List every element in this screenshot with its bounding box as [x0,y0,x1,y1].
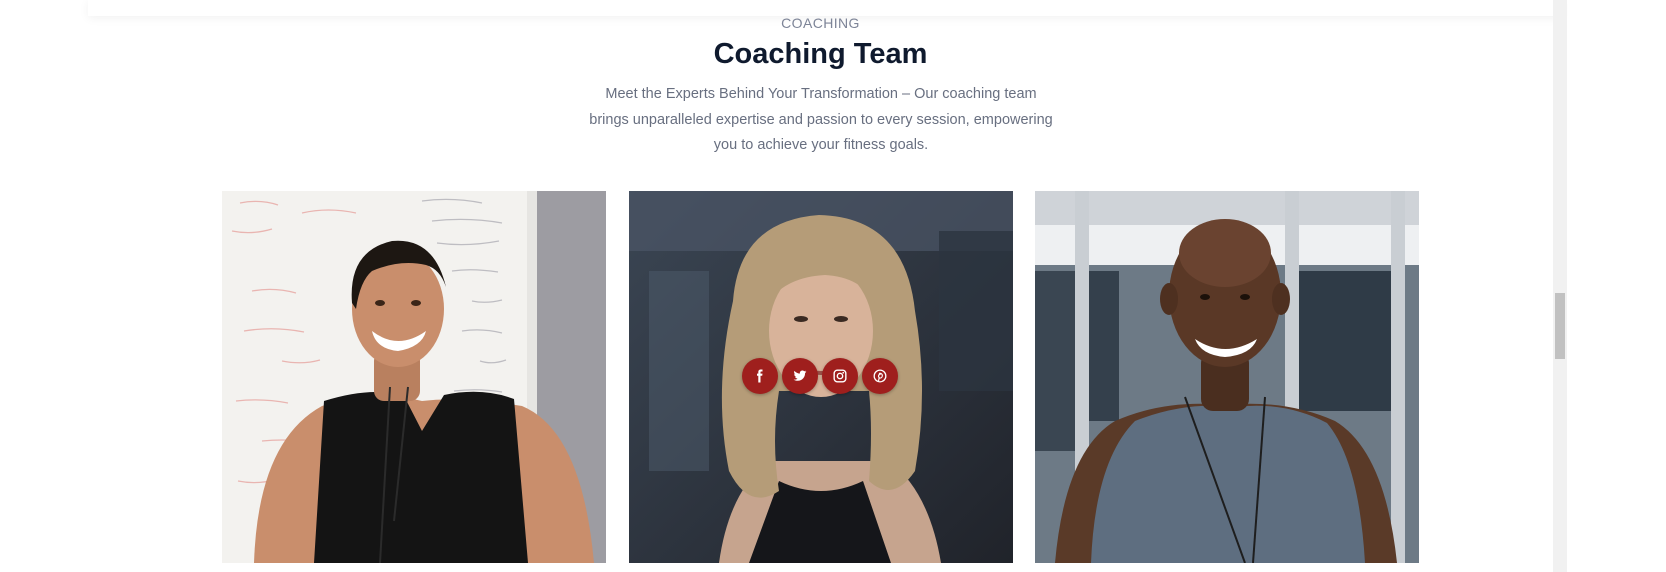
section-eyebrow: COACHING [781,15,860,31]
section-description: Meet the Experts Behind Your Transformat… [588,82,1054,159]
twitter-icon [793,370,807,381]
description-line: you to achieve your fitness goals. [713,137,929,153]
instagram-button[interactable] [822,358,858,394]
page-gutter [1572,0,1666,572]
twitter-button[interactable] [782,358,818,394]
pinterest-button[interactable] [862,358,898,394]
coach-photo-3 [1035,191,1419,563]
coach-photo-1 [222,191,606,563]
scrollbar-thumb[interactable] [1555,293,1565,359]
pinterest-icon [873,369,887,383]
header-shadow-edge [88,0,1561,16]
facebook-icon [757,369,763,383]
coach-card-1[interactable] [222,191,606,563]
coach-card-3[interactable] [1035,191,1419,563]
social-links [742,358,898,394]
facebook-button[interactable] [742,358,778,394]
instagram-icon [833,369,847,383]
description-line: brings unparalleled expertise and passio… [589,111,1053,128]
vertical-scrollbar[interactable] [1553,0,1567,572]
section-title: Coaching Team [713,38,928,70]
description-line: Meet the Experts Behind Your Transformat… [605,86,1037,102]
